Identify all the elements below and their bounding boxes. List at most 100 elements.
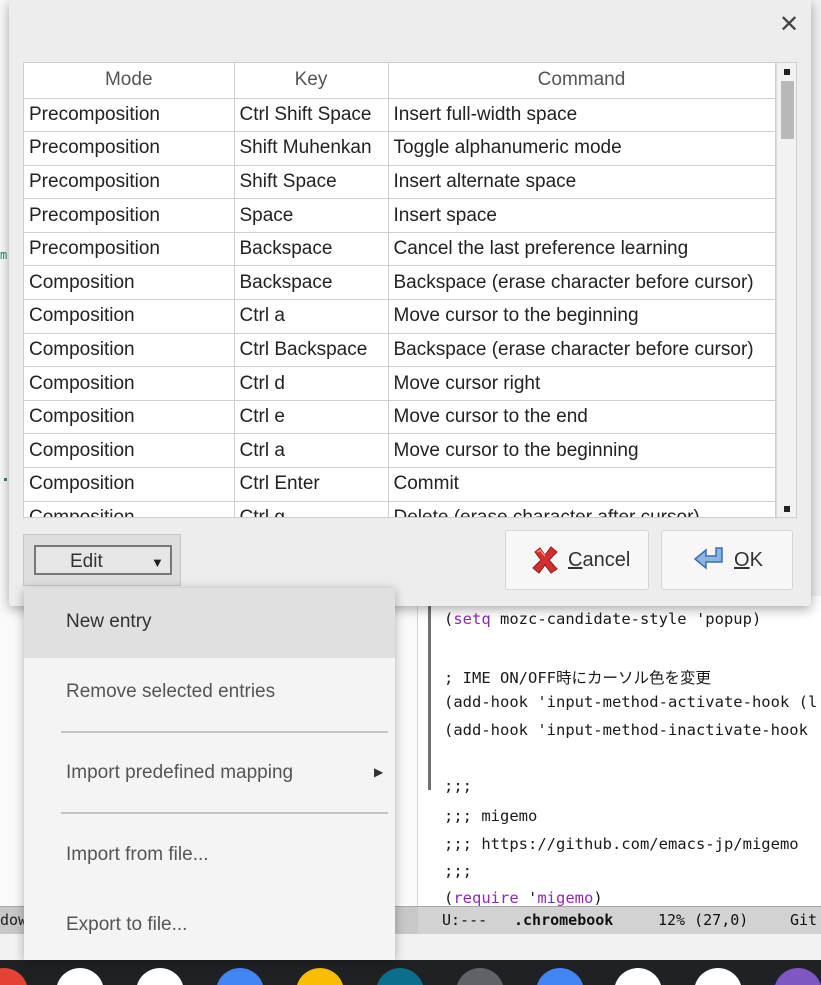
table-row[interactable]: Composition Ctrl e Move cursor to the end (24, 400, 776, 435)
menu-item-label: New entry (66, 611, 152, 632)
cell-mode[interactable]: Composition (24, 366, 235, 401)
scroll-down-arrow[interactable] (784, 506, 790, 512)
table-row[interactable]: Precomposition Backspace Cancel the last p… (24, 232, 776, 267)
cell-key[interactable]: Backspace (234, 265, 389, 301)
cell-key[interactable]: Space (234, 198, 389, 233)
cell-key[interactable]: Ctrl e (234, 400, 389, 435)
table-row[interactable]: Precomposition Ctrl Shift Space Insert ful… (24, 98, 776, 133)
cell-mode[interactable]: Precomposition (24, 165, 235, 200)
modeline-status: U:--- (442, 911, 488, 929)
table-row[interactable]: Composition Ctrl g Delete (erase character… (24, 501, 776, 517)
cell-key[interactable]: Ctrl d (234, 366, 389, 401)
modeline-buffer-name: .chromebook (514, 911, 614, 929)
cell-key[interactable]: Ctrl Enter (234, 467, 389, 502)
edit-button-frame: Edit ▼ (34, 545, 172, 575)
cell-command[interactable]: Toggle alphanumeric mode (388, 131, 776, 166)
keymap-editor-dialog: ✕ Mode Key Command Precomposition Ctrl Sh… (9, 0, 811, 606)
column-header-mode[interactable]: Mode (24, 63, 235, 99)
menu-item-import-predefined[interactable]: Import predefined mapping ▶ (24, 739, 395, 809)
youtube-icon[interactable] (614, 968, 662, 985)
cell-mode[interactable]: Precomposition (24, 98, 235, 133)
modeline-vc: Git (790, 911, 818, 929)
modeline: U:--- .chromebook 12% (27,0) Git (418, 906, 821, 934)
menu-item-export-file[interactable]: Export to file... (24, 891, 395, 960)
table-row[interactable]: Composition Ctrl Backspace Backspace (eras… (24, 333, 776, 368)
cell-command[interactable]: Backspace (erase character before cursor… (388, 265, 776, 301)
table-row[interactable]: Composition Ctrl d Move cursor right (24, 366, 776, 401)
table-row[interactable]: Precomposition Shift Space Insert alternat… (24, 165, 776, 200)
menu-item-import-file[interactable]: Import from file... (24, 821, 395, 891)
cell-key[interactable]: Ctrl Backspace (234, 333, 389, 368)
close-icon[interactable]: ✕ (775, 10, 803, 38)
docs-icon[interactable] (136, 968, 184, 985)
cell-mode[interactable]: Composition (24, 400, 235, 435)
left-pane-fragment: m (0, 248, 8, 262)
cell-key[interactable]: Backspace (234, 232, 389, 267)
app-icon[interactable] (774, 968, 821, 985)
cell-command[interactable]: Move cursor to the end (388, 400, 776, 435)
cancel-button[interactable]: Cancel (505, 530, 649, 590)
edit-menu-button[interactable]: Edit ▼ (23, 534, 181, 586)
emacs-fringe-indicator (428, 606, 431, 790)
cell-command[interactable]: Move cursor to the beginning (388, 299, 776, 334)
cell-command[interactable]: Move cursor right (388, 366, 776, 401)
table-row[interactable]: Precomposition Shift Muhenkan Toggle alpha… (24, 131, 776, 166)
code-line: ;;; (444, 777, 472, 795)
table-row[interactable]: Composition Ctrl Enter Commit (24, 467, 776, 502)
table-row[interactable]: Composition Ctrl a Move cursor to the begi… (24, 299, 776, 334)
cell-key[interactable]: Ctrl a (234, 433, 389, 469)
vertical-scrollbar[interactable] (776, 63, 796, 517)
menu-item-label: Remove selected entries (66, 681, 276, 702)
column-header-key[interactable]: Key (234, 63, 389, 99)
cell-command[interactable]: Move cursor to the beginning (388, 433, 776, 469)
cell-command[interactable]: Insert alternate space (388, 165, 776, 200)
cell-mode[interactable]: Composition (24, 467, 235, 502)
files-icon[interactable] (694, 968, 742, 985)
cell-key[interactable]: Ctrl Shift Space (234, 98, 389, 133)
dropdown-caret-icon: ▼ (151, 555, 164, 570)
cell-mode[interactable]: Composition (24, 501, 235, 517)
app-icon[interactable] (0, 968, 28, 985)
edit-label: Edit (70, 551, 103, 572)
cell-key[interactable]: Ctrl a (234, 299, 389, 334)
cell-mode[interactable]: Precomposition (24, 131, 235, 166)
code-line: ;;; https://github.com/emacs-jp/migemo (444, 835, 799, 853)
cell-command[interactable]: Commit (388, 467, 776, 502)
app-icon[interactable] (296, 968, 344, 985)
code-line: ;;; (444, 862, 472, 880)
cell-mode[interactable]: Composition (24, 299, 235, 334)
emacs-code-pane[interactable]: (setq mozc-candidate-style 'popup) ; IME… (418, 596, 821, 906)
cell-key[interactable]: Ctrl g (234, 501, 389, 517)
table-row[interactable]: Composition Backspace Backspace (erase cha… (24, 265, 776, 301)
scrollbar-thumb[interactable] (781, 81, 794, 139)
cell-command[interactable]: Cancel the last preference learning (388, 232, 776, 267)
code-line: (add-hook 'input-method-inactivate-hook (444, 721, 808, 739)
cell-command[interactable]: Insert full-width space (388, 98, 776, 133)
cell-key[interactable]: Shift Space (234, 165, 389, 200)
code-line: ;;; migemo (444, 807, 538, 825)
code-line: (require 'migemo) (444, 889, 603, 906)
app-icon[interactable] (216, 968, 264, 985)
cell-command[interactable]: Backspace (erase character before cursor… (388, 333, 776, 368)
cell-mode[interactable]: Composition (24, 265, 235, 301)
app-icon[interactable] (536, 968, 584, 985)
keymap-table: Mode Key Command Precomposition Ctrl Shif… (23, 62, 797, 518)
gmail-icon[interactable] (56, 968, 104, 985)
app-icon[interactable] (456, 968, 504, 985)
cell-command[interactable]: Insert space (388, 198, 776, 233)
cell-mode[interactable]: Precomposition (24, 198, 235, 233)
table-row[interactable]: Composition Ctrl a Move cursor to the begi… (24, 433, 776, 469)
cell-key[interactable]: Shift Muhenkan (234, 131, 389, 166)
cell-mode[interactable]: Composition (24, 433, 235, 469)
menu-item-label: Import from file... (66, 844, 209, 865)
app-icon[interactable] (376, 968, 424, 985)
table-row[interactable]: Precomposition Space Insert space (24, 198, 776, 233)
cell-mode[interactable]: Precomposition (24, 232, 235, 267)
ok-button[interactable]: OK (661, 530, 793, 590)
menu-item-new-entry[interactable]: New entry (24, 588, 395, 658)
scroll-up-arrow[interactable] (784, 69, 790, 75)
cell-command[interactable]: Delete (erase character after cursor) (388, 501, 776, 517)
column-header-command[interactable]: Command (388, 63, 776, 99)
menu-item-remove-selected[interactable]: Remove selected entries (24, 658, 395, 728)
cell-mode[interactable]: Composition (24, 333, 235, 368)
